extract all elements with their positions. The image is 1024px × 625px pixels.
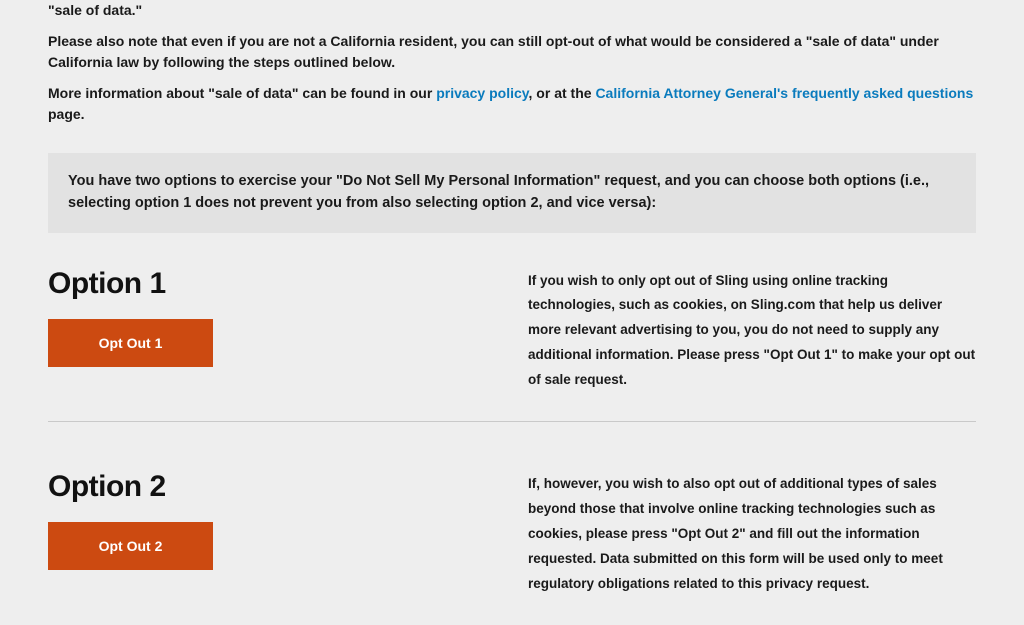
- option-1-row: Option 1 Opt Out 1 If you wish to only o…: [48, 267, 976, 422]
- intro-para-3a: More information about "sale of data" ca…: [48, 85, 436, 101]
- california-ag-faq-link[interactable]: California Attorney General's frequently…: [595, 85, 973, 101]
- opt-out-1-button[interactable]: Opt Out 1: [48, 319, 213, 367]
- opt-out-2-button[interactable]: Opt Out 2: [48, 522, 213, 570]
- option-2-title: Option 2: [48, 470, 468, 504]
- option-1-title: Option 1: [48, 267, 468, 301]
- intro-para-3: More information about "sale of data" ca…: [48, 83, 976, 125]
- intro-para-3b: , or at the: [529, 85, 596, 101]
- option-2-left: Option 2 Opt Out 2: [48, 470, 468, 570]
- option-2-description: If, however, you wish to also opt out of…: [528, 470, 976, 597]
- option-1-left: Option 1 Opt Out 1: [48, 267, 468, 367]
- intro-text: "sale of data." Please also note that ev…: [48, 0, 976, 125]
- intro-para-3c: page.: [48, 106, 85, 122]
- options-notice: You have two options to exercise your "D…: [48, 153, 976, 233]
- option-1-description: If you wish to only opt out of Sling usi…: [528, 267, 976, 394]
- intro-para-2: Please also note that even if you are no…: [48, 31, 976, 73]
- intro-fragment: "sale of data.": [48, 0, 976, 21]
- privacy-policy-link[interactable]: privacy policy: [436, 85, 528, 101]
- option-2-row: Option 2 Opt Out 2 If, however, you wish…: [48, 470, 976, 625]
- option-divider: [48, 421, 976, 422]
